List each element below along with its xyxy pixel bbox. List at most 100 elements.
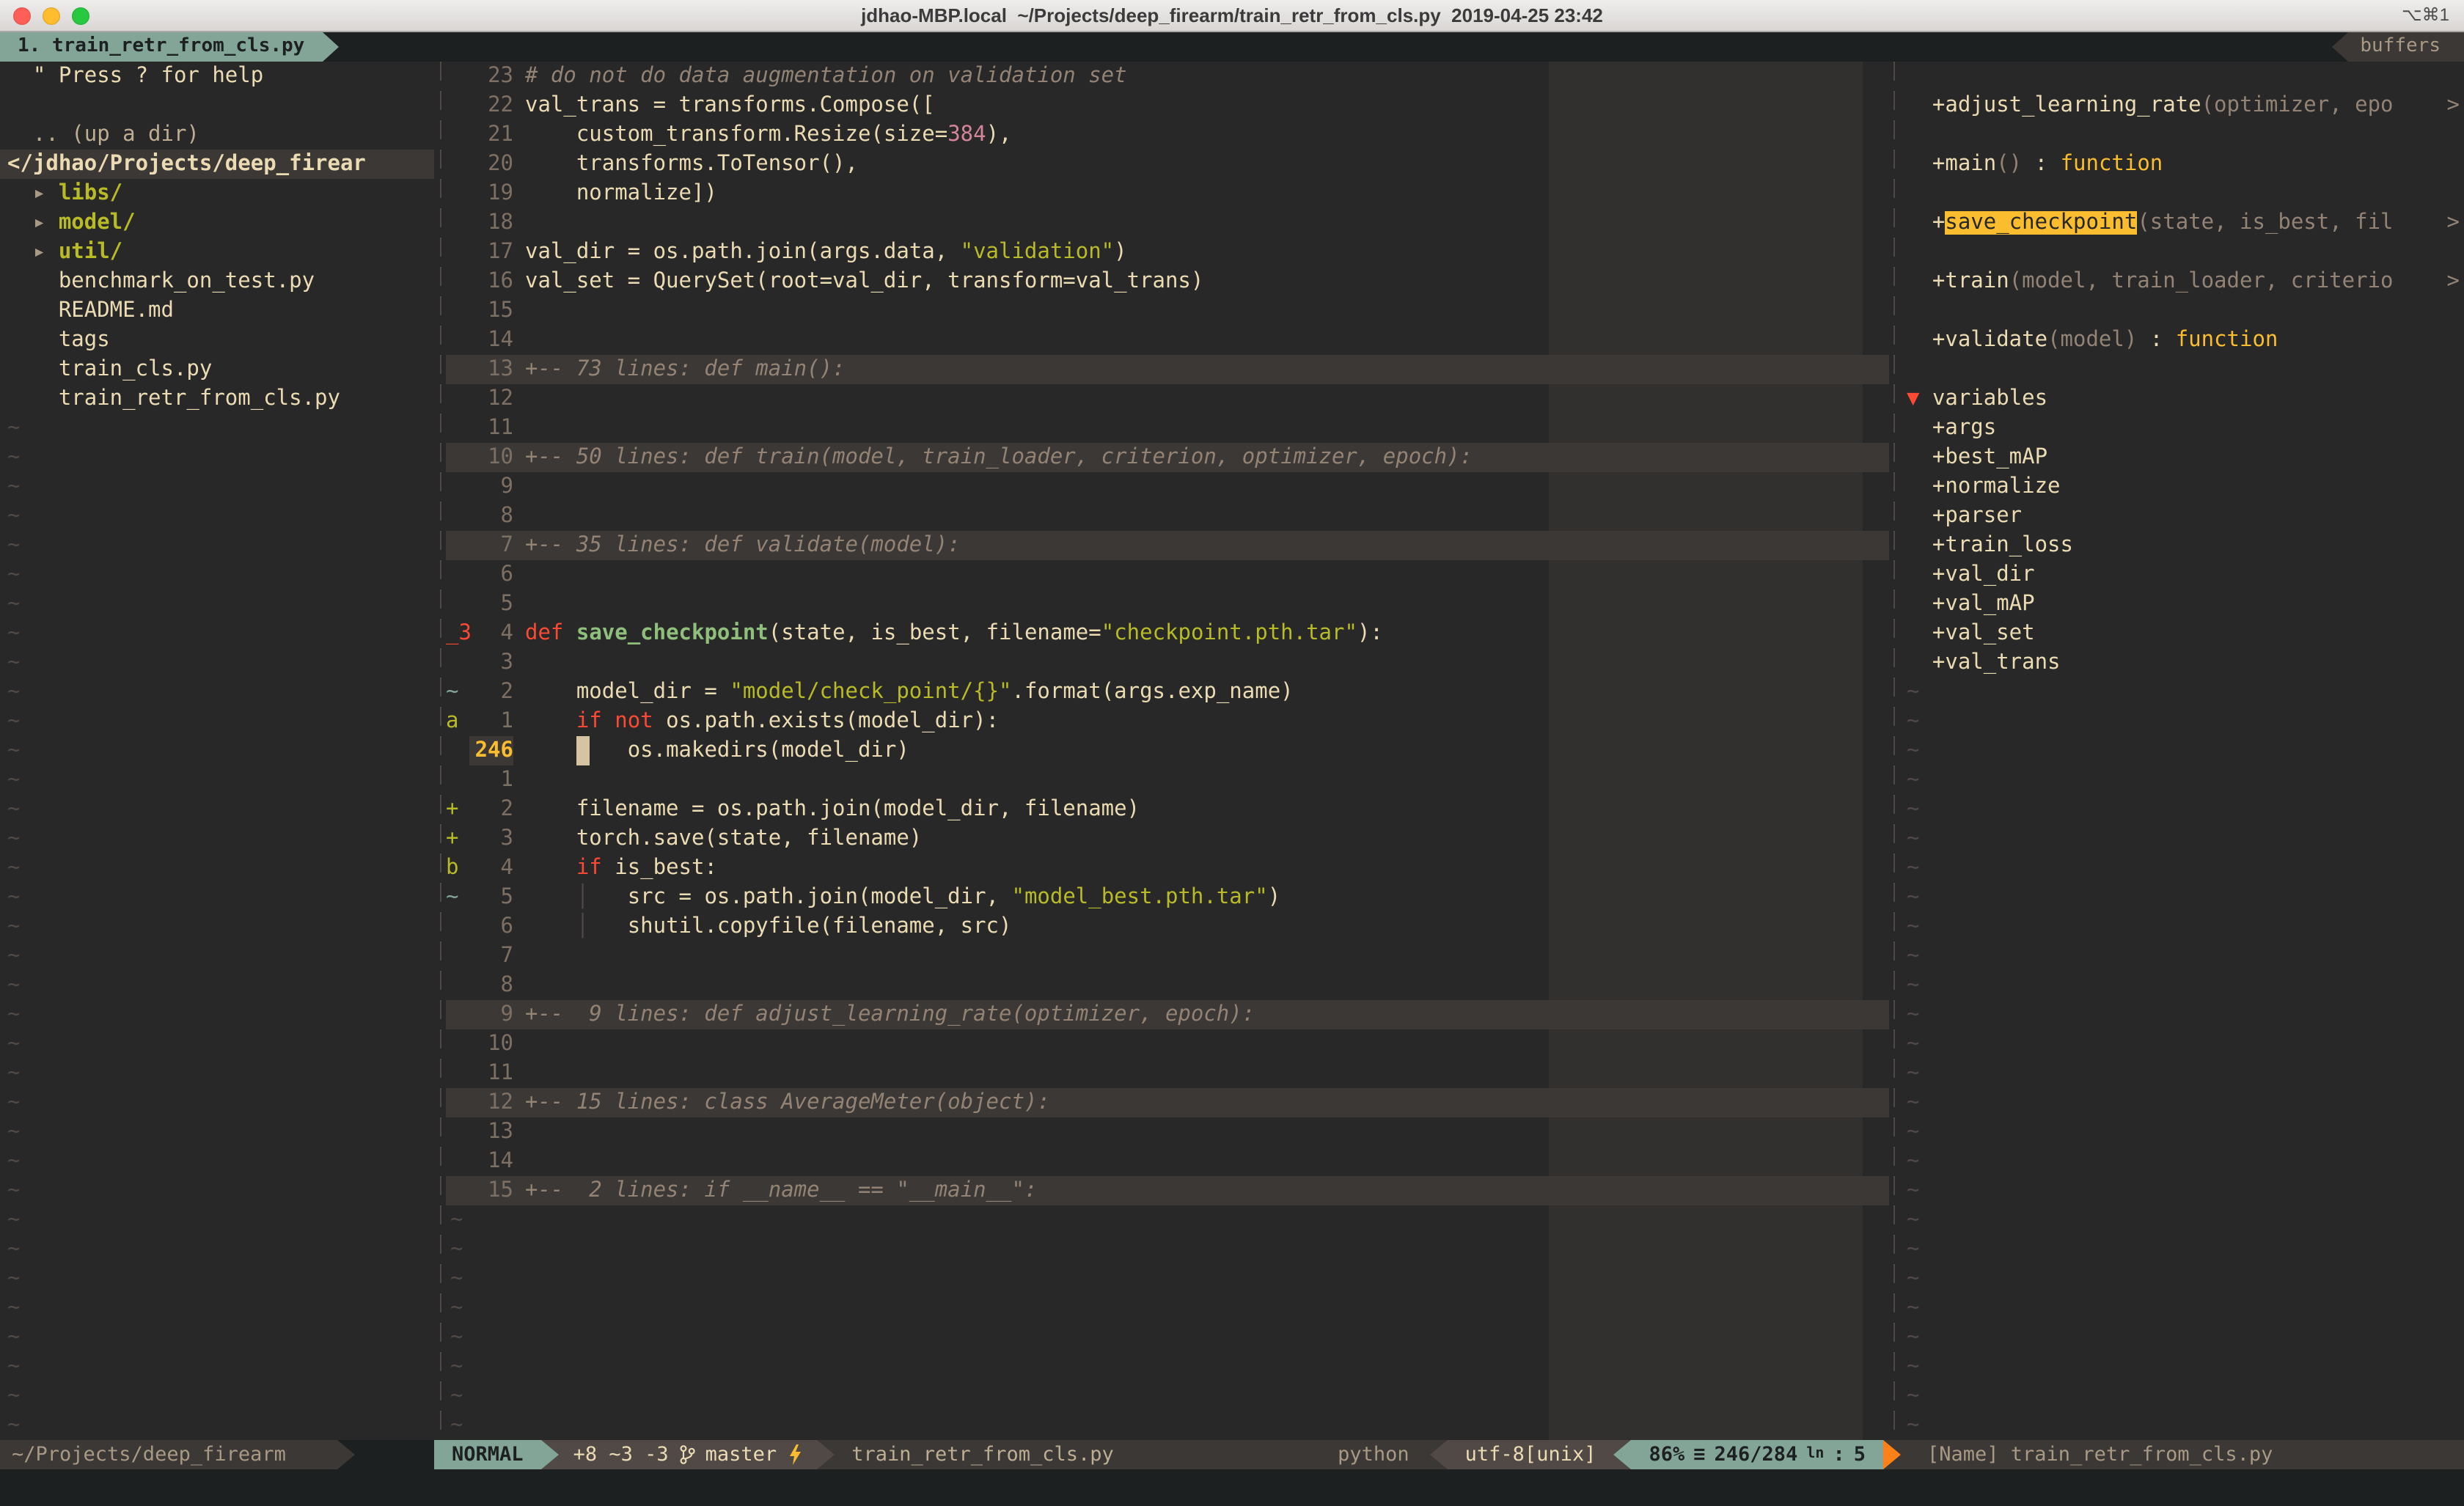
tag-variable[interactable]: +val_mAP [1901,589,2464,619]
line-number: 9 [469,472,513,502]
window-split-left[interactable] [440,62,441,1440]
empty-line-tilde: ~ [446,1411,1889,1440]
tag-kind-variables[interactable]: ▼ variables [1901,384,2464,414]
code-line[interactable]: 11 [446,414,1889,443]
tag-function[interactable]: +main() : function [1901,150,2464,179]
tree-file[interactable]: tags [0,326,434,355]
tree-file[interactable]: benchmark_on_test.py [0,267,434,296]
code-line[interactable]: ~2 model_dir = "model/check_point/{}".fo… [446,677,1889,707]
code-line[interactable]: 12 [446,384,1889,414]
folded-region[interactable]: 12+-- 15 lines: class AverageMeter(objec… [446,1088,1889,1117]
folded-region[interactable]: 10+-- 50 lines: def train(model, train_l… [446,443,1889,472]
folded-region[interactable]: 13+-- 73 lines: def main(): [446,355,1889,384]
code-line[interactable]: 19 normalize]) [446,179,1889,208]
code-line[interactable]: 8 [446,502,1889,531]
code-line[interactable]: 14 [446,326,1889,355]
tabline-fill [338,32,2332,62]
empty-line-tilde: ~ [0,941,434,971]
line-number: 15 [469,1176,513,1205]
line-number: 6 [469,912,513,941]
code-line[interactable]: 22val_trans = transforms.Compose([ [446,91,1889,120]
powerline-arrow [337,1440,355,1469]
tree-root[interactable]: </jdhao/Projects/deep_firear [0,150,434,179]
tag-function[interactable]: +adjust_learning_rate(optimizer, epo> [1901,91,2464,120]
folded-region[interactable]: 9+-- 9 lines: def adjust_learning_rate(o… [446,1000,1889,1029]
tag-variable[interactable]: +val_set [1901,619,2464,648]
tree-help[interactable]: " Press ? for help [0,62,434,91]
tree-dir-libs[interactable]: ▸ libs/ [0,179,434,208]
tag-variable[interactable]: +normalize [1901,472,2464,502]
line-number: 7 [469,941,513,971]
window-split-right[interactable] [1893,62,1895,1440]
tag-variable[interactable]: +parser [1901,502,2464,531]
code-line[interactable]: 246 │ os.makedirs(model_dir) [446,736,1889,765]
tree-dir-model[interactable]: ▸ model/ [0,208,434,238]
code-line[interactable]: 21 custom_transform.Resize(size=384), [446,120,1889,150]
tree-updir[interactable]: .. (up a dir) [0,120,434,150]
tab-train-retr-from-cls[interactable]: 1. train_retr_from_cls.py [0,32,322,62]
tree-file[interactable]: train_cls.py [0,355,434,384]
tag-variable[interactable]: +val_dir [1901,560,2464,589]
code-line[interactable]: _34def save_checkpoint(state, is_best, f… [446,619,1889,648]
gutter-sign: + [446,824,469,853]
tree-dir-util[interactable]: ▸ util/ [0,238,434,267]
editor-panel[interactable]: 23# do not do data augmentation on valid… [446,62,1889,1440]
code-line[interactable]: ~5 │ src = os.path.join(model_dir, "mode… [446,883,1889,912]
tag-variable[interactable]: +best_mAP [1901,443,2464,472]
buffers-arrow-icon [2332,32,2348,62]
tag-item [1901,179,2464,208]
code-line[interactable]: 13 [446,1117,1889,1147]
code-line[interactable]: 18 [446,208,1889,238]
code-line[interactable]: 23# do not do data augmentation on valid… [446,62,1889,91]
empty-line-tilde: ~ [1901,971,2464,1000]
empty-line-tilde: ~ [0,1235,434,1264]
tag-variable[interactable]: +args [1901,414,2464,443]
code-line[interactable]: a1 if not os.path.exists(model_dir): [446,707,1889,736]
tree-file[interactable]: train_retr_from_cls.py [0,384,434,414]
tree-item [0,91,434,120]
empty-line-tilde: ~ [0,912,434,941]
code-line[interactable]: 20 transforms.ToTensor(), [446,150,1889,179]
code-line[interactable]: 16val_set = QuerySet(root=val_dir, trans… [446,267,1889,296]
code-line[interactable]: +3 torch.save(state, filename) [446,824,1889,853]
code-line[interactable]: 5 [446,589,1889,619]
statusline-cwd: ~/Projects/deep_firearm [0,1440,337,1469]
line-number: 4 [469,619,513,648]
tag-function-current[interactable]: +save_checkpoint(state, is_best, fil> [1901,208,2464,238]
code-line[interactable]: 11 [446,1059,1889,1088]
statusline-gap [355,1440,434,1469]
tag-variable[interactable]: +val_trans [1901,648,2464,677]
tree-file[interactable]: README.md [0,296,434,326]
code-line[interactable]: b4 if is_best: [446,853,1889,883]
line-number: 2 [469,677,513,707]
empty-line-tilde: ~ [446,1205,1889,1235]
code-line[interactable]: 10 [446,1029,1889,1059]
code-line[interactable]: 6 [446,560,1889,589]
lines-icon: ≡ [1693,1440,1705,1469]
code-line[interactable]: 7 [446,941,1889,971]
code-line[interactable]: 15 [446,296,1889,326]
empty-line-tilde: ~ [1901,1088,2464,1117]
empty-line-tilde: ~ [0,1323,434,1352]
tag-function[interactable]: +train(model, train_loader, criterio> [1901,267,2464,296]
empty-line-tilde: ~ [0,1411,434,1440]
code-line[interactable]: 8 [446,971,1889,1000]
tagbar-panel: +adjust_learning_rate(optimizer, epo> +m… [1901,62,2464,1440]
code-line[interactable]: 3 [446,648,1889,677]
code-line[interactable]: 14 [446,1147,1889,1176]
code-line[interactable]: 9 [446,472,1889,502]
line-number: 11 [469,1059,513,1088]
tabline: 1. train_retr_from_cls.py buffers [0,32,2464,62]
folded-region[interactable]: 7+-- 35 lines: def validate(model): [446,531,1889,560]
code-line[interactable]: 1 [446,765,1889,795]
empty-line-tilde: ~ [1901,1176,2464,1205]
code-line[interactable]: +2 filename = os.path.join(model_dir, fi… [446,795,1889,824]
folded-region[interactable]: 15+-- 2 lines: if __name__ == "__main__"… [446,1176,1889,1205]
code-line[interactable]: 17val_dir = os.path.join(args.data, "val… [446,238,1889,267]
tag-variable[interactable]: +train_loss [1901,531,2464,560]
terminal-window: jdhao-MBP.local ~/Projects/deep_firearm/… [0,0,2464,1506]
tag-function[interactable]: +validate(model) : function [1901,326,2464,355]
empty-line-tilde: ~ [446,1323,1889,1352]
code-line[interactable]: 6 │ shutil.copyfile(filename, src) [446,912,1889,941]
line-number: 4 [469,853,513,883]
